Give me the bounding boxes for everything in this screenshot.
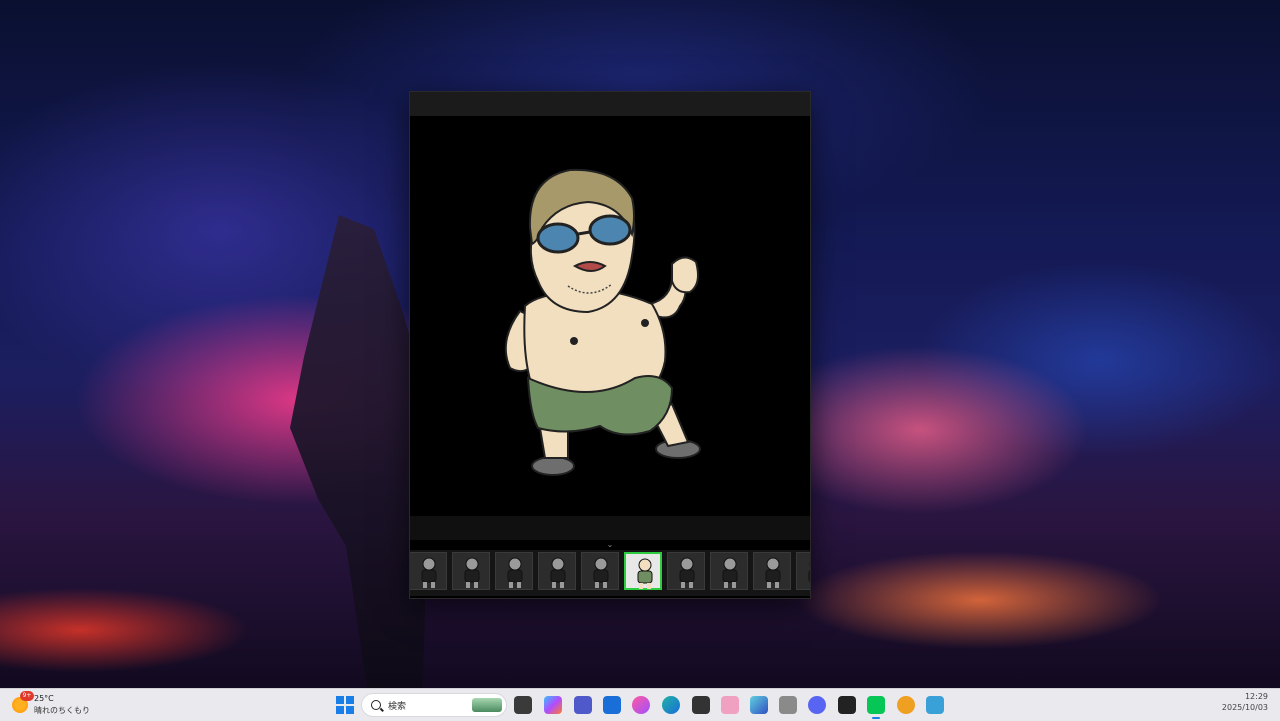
search-highlight-image: [472, 698, 502, 712]
edge-icon[interactable]: [662, 696, 680, 714]
volume-icon[interactable]: [779, 696, 797, 714]
coin-app-icon[interactable]: [897, 696, 915, 714]
taskbar-search-box[interactable]: 検索: [361, 693, 507, 717]
notepad-icon[interactable]: [926, 696, 944, 714]
weather-notification-badge: 9+: [20, 691, 34, 701]
filmstrip-thumbnail[interactable]: [753, 552, 791, 590]
line-icon[interactable]: [867, 696, 885, 719]
netflix-icon[interactable]: [838, 696, 856, 714]
photo-viewer-window[interactable]: ⌄: [409, 91, 811, 599]
clock-date: 2025/10/03: [1221, 703, 1268, 712]
app-icon[interactable]: [721, 696, 739, 714]
task-view-icon[interactable]: [514, 696, 532, 714]
filmstrip-thumbnail-selected[interactable]: [624, 552, 662, 590]
viewer-toolbar-area: [410, 516, 810, 540]
system-clock[interactable]: 12:29 2025/10/03: [1188, 692, 1268, 712]
app-icon[interactable]: [692, 696, 710, 714]
discord-icon[interactable]: [808, 696, 826, 714]
app-icon[interactable]: [750, 696, 768, 714]
taskbar: 9+ 25°C 晴れのちくもり 検索 12:29 2025/10/03: [0, 688, 1280, 721]
copilot-icon[interactable]: [544, 696, 562, 714]
windows-start-icon[interactable]: [336, 696, 354, 714]
filmstrip-thumbnail[interactable]: [581, 552, 619, 590]
clock-time: 12:29: [1244, 692, 1268, 701]
filmstrip-thumbnail[interactable]: [667, 552, 705, 590]
filmstrip-thumbnail[interactable]: [538, 552, 576, 590]
weather-temperature: 25°C: [34, 694, 54, 703]
store-icon[interactable]: [603, 696, 621, 714]
viewer-image-area[interactable]: [410, 116, 810, 516]
weather-widget[interactable]: 9+ 25°C 晴れのちくもり: [12, 691, 122, 717]
filmstrip-thumbnail[interactable]: [452, 552, 490, 590]
filmstrip-thumbnail[interactable]: [410, 552, 447, 590]
caricature-image: [504, 168, 701, 476]
filmstrip: [410, 550, 810, 596]
filmstrip-thumbnail[interactable]: [796, 552, 810, 590]
viewer-title-bar[interactable]: [410, 92, 810, 116]
filmstrip-thumbnail[interactable]: [495, 552, 533, 590]
teams-icon[interactable]: [574, 696, 592, 714]
itunes-icon[interactable]: [632, 696, 650, 714]
filmstrip-thumbnail[interactable]: [710, 552, 748, 590]
search-placeholder: 検索: [388, 702, 407, 712]
collapse-filmstrip-chevron-icon[interactable]: ⌄: [600, 540, 620, 550]
weather-description: 晴れのちくもり: [34, 706, 90, 715]
search-icon: [371, 700, 381, 710]
